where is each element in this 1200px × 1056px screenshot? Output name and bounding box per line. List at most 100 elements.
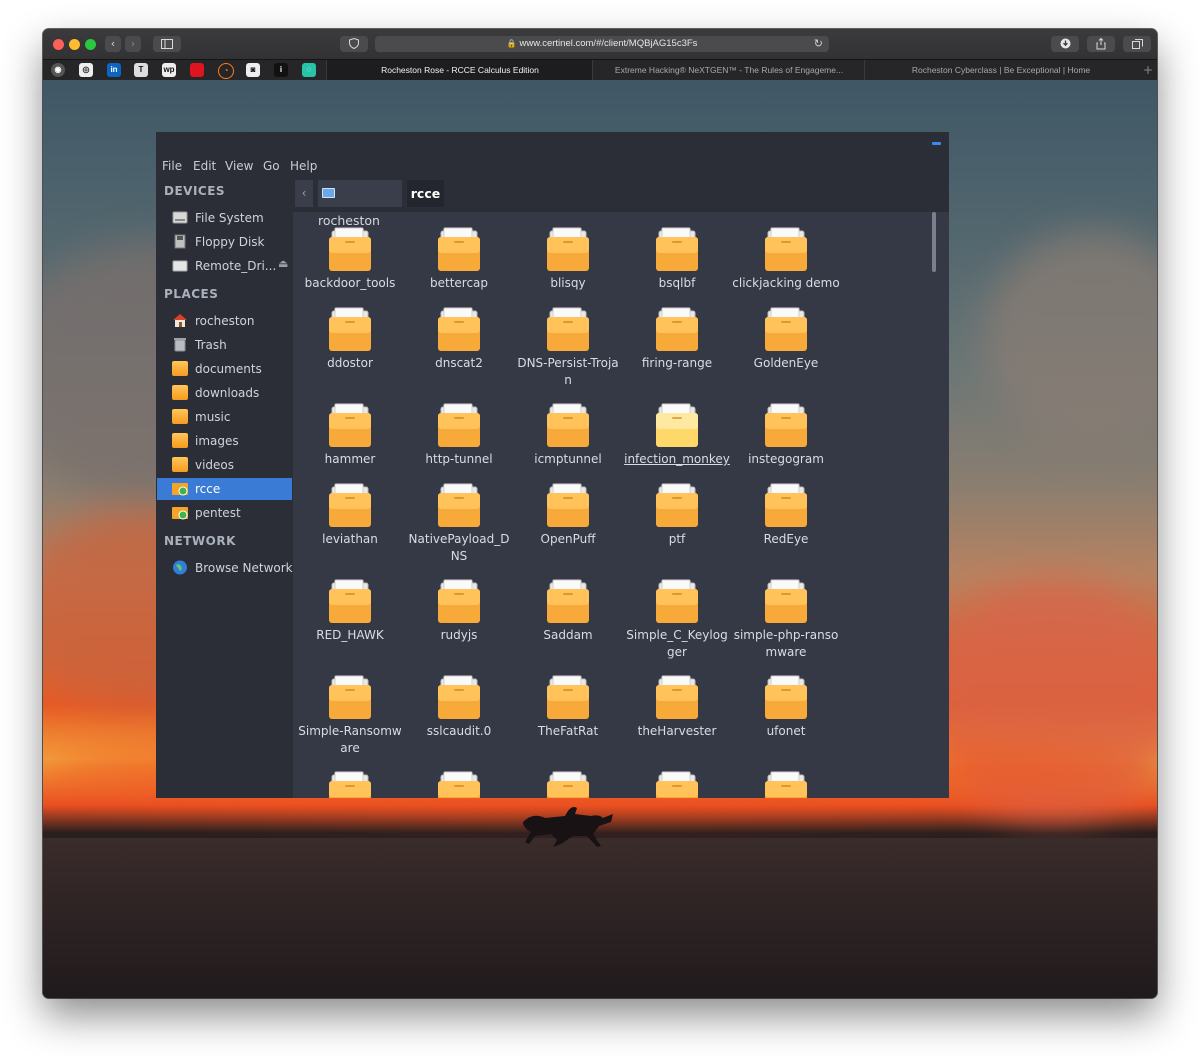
folder-item[interactable] <box>405 761 513 798</box>
folder-item[interactable]: sslcaudit.0 <box>405 665 513 755</box>
folder-item[interactable]: clickjacking demo <box>732 217 840 307</box>
folder-item[interactable]: RedEye <box>732 473 840 563</box>
sidebar-item-rcce[interactable]: rcce <box>157 478 292 500</box>
sidebar-icon <box>161 39 173 49</box>
menu-edit[interactable]: Edit <box>193 158 216 174</box>
sidebar-toggle-button[interactable] <box>153 36 181 52</box>
folder-item[interactable]: rudyjs <box>405 569 513 659</box>
sidebar-item-remote-drive[interactable]: Remote_Dri... ⏏ <box>157 255 292 277</box>
menu-file[interactable]: File <box>162 158 182 174</box>
folder-item[interactable]: Simple-Ransomware <box>296 665 404 755</box>
folder-item[interactable]: OpenPuff <box>514 473 622 563</box>
menu-view[interactable]: View <box>225 158 253 174</box>
folder-item[interactable]: http-tunnel <box>405 393 513 483</box>
file-view-pane: ‹ rocheston rcce backdoor_tools bettercap… <box>293 178 949 798</box>
reload-icon[interactable]: ↻ <box>814 36 823 52</box>
scrollbar-thumb[interactable] <box>932 212 936 272</box>
folder-item[interactable]: GoldenEye <box>732 297 840 387</box>
file-grid: backdoor_tools bettercap blisqy bsqlbf click… <box>293 212 939 798</box>
path-back-button[interactable]: ‹ <box>295 180 313 207</box>
folder-item[interactable]: simple-php-ransomware <box>732 569 840 659</box>
back-button[interactable]: ‹ <box>105 36 121 52</box>
folder-item[interactable]: bettercap <box>405 217 513 307</box>
sidebar-item-music[interactable]: music <box>157 406 292 428</box>
folder-item[interactable]: icmptunnel <box>514 393 622 483</box>
washington-post-favicon-icon[interactable]: wp <box>162 63 176 77</box>
minimize-window-button[interactable] <box>69 39 80 50</box>
folder-icon <box>547 483 589 527</box>
sidebar-item-trash[interactable]: Trash <box>157 334 292 356</box>
eject-icon[interactable]: ⏏ <box>278 257 288 270</box>
folder-name: OpenPuff <box>540 532 596 546</box>
nytimes-favicon-icon[interactable]: T <box>134 63 148 77</box>
folder-name: bsqlbf <box>658 276 696 290</box>
folder-item[interactable]: instegogram <box>732 393 840 483</box>
sidebar-item-rocheston[interactable]: rocheston <box>157 310 292 332</box>
folder-item[interactable]: blisqy <box>514 217 622 307</box>
folder-item[interactable]: infection_monkey <box>623 393 731 483</box>
folder-item[interactable] <box>514 761 622 798</box>
red-favicon-icon[interactable] <box>190 63 204 77</box>
folder-name: RedEye <box>763 532 809 546</box>
folder-item[interactable]: Saddam <box>514 569 622 659</box>
camera-favicon-icon[interactable]: ◎ <box>79 63 93 77</box>
folder-item[interactable] <box>296 761 404 798</box>
sidebar-item-videos[interactable]: videos <box>157 454 292 476</box>
folder-item[interactable]: ddostor <box>296 297 404 387</box>
forward-button[interactable]: › <box>125 36 141 52</box>
crumb-rcce[interactable]: rcce <box>407 180 444 207</box>
tab-rcce[interactable]: Rocheston Rose - RCCE Calculus Edition <box>326 60 593 80</box>
folder-item[interactable]: ptf <box>623 473 731 563</box>
chat-favicon-icon[interactable]: ◌ <box>302 63 316 77</box>
crumb-rocheston[interactable]: rocheston <box>318 180 402 228</box>
folder-item[interactable] <box>732 761 840 798</box>
sidebar-item-documents[interactable]: documents <box>157 358 292 380</box>
address-bar[interactable]: 🔒 www.certinel.com/#/client/MQBjAG15c3Fs … <box>375 36 829 52</box>
folder-item[interactable]: bsqlbf <box>623 217 731 307</box>
folder-item[interactable]: leviathan <box>296 473 404 563</box>
sidebar-item-file-system[interactable]: File System <box>157 207 292 229</box>
new-tab-button[interactable]: + <box>1143 60 1153 80</box>
info-favicon-icon[interactable]: i <box>274 63 288 77</box>
folder-item[interactable] <box>623 761 731 798</box>
folder-item[interactable]: backdoor_tools <box>296 217 404 307</box>
folder-item[interactable]: DNS-Persist-Trojan <box>514 297 622 387</box>
folder-icon <box>656 483 698 527</box>
folder-item[interactable]: TheFatRat <box>514 665 622 755</box>
sidebar-item-browse-network[interactable]: Browse Network <box>157 557 293 579</box>
folder-item[interactable]: Simple_C_Keylogger <box>623 569 731 659</box>
privacy-report-button[interactable] <box>340 36 368 52</box>
sidebar-item-label: images <box>195 434 239 448</box>
tab-overview-button[interactable] <box>1123 36 1151 52</box>
tab-extreme-hacking[interactable]: Extreme Hacking® NeXTGEN™ - The Rules of… <box>592 60 865 80</box>
downloads-button[interactable] <box>1051 36 1079 52</box>
folder-item[interactable]: NativePayload_DNS <box>405 473 513 563</box>
folder-icon <box>329 771 371 798</box>
menu-help[interactable]: Help <box>290 158 317 174</box>
sidebar-item-images[interactable]: images <box>157 430 292 452</box>
music-folder-icon <box>172 409 188 424</box>
folder-item[interactable]: firing-range <box>623 297 731 387</box>
folder-item[interactable]: theHarvester <box>623 665 731 755</box>
minimize-icon[interactable] <box>932 142 941 145</box>
sidebar-item-label: downloads <box>195 386 260 400</box>
sidebar-item-pentest[interactable]: pentest <box>157 502 292 524</box>
scrollbar[interactable] <box>932 212 936 798</box>
folder-item[interactable]: ufonet <box>732 665 840 755</box>
folder-name: TheFatRat <box>537 724 599 738</box>
menu-go[interactable]: Go <box>263 158 280 174</box>
share-button[interactable] <box>1087 36 1115 52</box>
folder-item[interactable]: hammer <box>296 393 404 483</box>
linkedin-favicon-icon[interactable]: in <box>107 63 121 77</box>
tab-rocheston-cyberclass[interactable]: Rocheston Cyberclass | Be Exceptional | … <box>864 60 1137 80</box>
sidebar-item-downloads[interactable]: downloads <box>157 382 292 404</box>
globe-favicon-icon[interactable]: ◉ <box>51 63 65 77</box>
folder-item[interactable]: RED_HAWK <box>296 569 404 659</box>
instagram-favicon-icon[interactable]: ◙ <box>246 63 260 77</box>
folder-item[interactable]: dnscat2 <box>405 297 513 387</box>
sidebar-item-floppy-disk[interactable]: Floppy Disk <box>157 231 292 253</box>
close-window-button[interactable] <box>53 39 64 50</box>
folder-icon <box>438 579 480 623</box>
rss-favicon-icon[interactable]: ◔ <box>218 63 234 79</box>
maximize-window-button[interactable] <box>85 39 96 50</box>
